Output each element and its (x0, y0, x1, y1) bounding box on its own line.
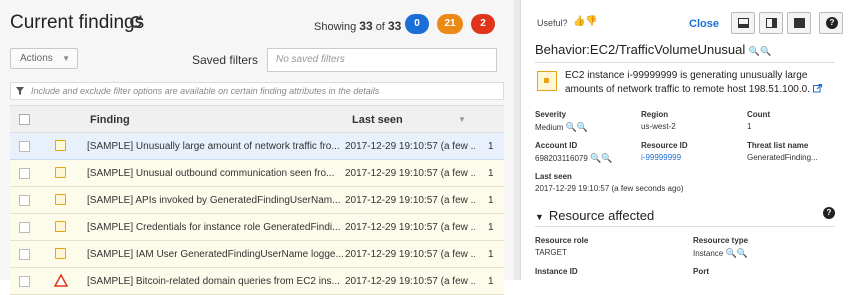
thumbs-down-icon[interactable]: 👎 (585, 16, 597, 27)
filter-icon (16, 87, 24, 95)
table-row[interactable]: [SAMPLE] Bitcoin-related domain queries … (10, 268, 504, 295)
finding-type-title: Behavior:EC2/TrafficVolumeUnusual 🔍🔍 (535, 42, 772, 57)
row-checkbox[interactable] (19, 222, 30, 233)
low-severity-badge[interactable]: 0 (405, 14, 429, 34)
finding-name[interactable]: [SAMPLE] Unusually large amount of netwo… (87, 141, 343, 152)
row-checkbox[interactable] (19, 276, 30, 287)
medium-severity-icon (55, 248, 66, 259)
medium-severity-icon (55, 140, 66, 151)
filter-exclude-icon[interactable]: 🔍 (577, 122, 588, 132)
resource-id-field: Resource ID i-99999999 (641, 141, 688, 162)
filter-input[interactable]: Include and exclude filter options are a… (10, 82, 504, 100)
filter-exclude-icon[interactable]: 🔍 (760, 46, 771, 56)
count-cell: 1 (488, 276, 494, 287)
last-seen-cell: 2017-12-29 19:10:57 (a few ... (345, 195, 475, 206)
external-link-icon[interactable] (812, 84, 822, 93)
finding-name[interactable]: [SAMPLE] APIs invoked by GeneratedFindin… (87, 195, 343, 206)
saved-filters-select[interactable]: No saved filters (267, 48, 497, 72)
findings-count: Showing 33 of 33 (314, 19, 402, 33)
row-checkbox[interactable] (19, 141, 30, 152)
count-cell: 1 (488, 195, 494, 206)
last-seen-cell: 2017-12-29 19:10:57 (a few ... (345, 249, 475, 260)
filter-exclude-icon[interactable]: 🔍 (601, 153, 612, 163)
findings-table: Finding Last seen ▼ [SAMPLE] Unusually l… (10, 105, 504, 295)
column-finding[interactable]: Finding (90, 114, 130, 126)
last-seen-cell: 2017-12-29 19:10:57 (a few ... (345, 222, 475, 233)
help-icon: ? (826, 17, 838, 29)
saved-filters-label: Saved filters (192, 53, 259, 67)
medium-severity-icon (55, 167, 66, 178)
dock-right-icon (766, 18, 777, 28)
medium-severity-icon (55, 221, 66, 232)
refresh-icon[interactable] (128, 14, 144, 30)
high-severity-icon (54, 274, 68, 287)
medium-severity-badge[interactable]: 21 (437, 14, 463, 34)
finding-name[interactable]: [SAMPLE] Unusual outbound communication … (87, 168, 343, 179)
filter-exclude-icon[interactable]: 🔍 (737, 248, 748, 258)
table-row[interactable]: [SAMPLE] Unusual outbound communication … (10, 160, 504, 187)
fullscreen-button[interactable] (787, 12, 811, 34)
finding-name[interactable]: [SAMPLE] Credentials for instance role G… (87, 222, 343, 233)
last-seen-cell: 2017-12-29 19:10:57 (a few ... (345, 276, 475, 287)
port-field: Port (693, 267, 709, 276)
thumbs-up-icon[interactable]: 👍 (573, 16, 585, 27)
filter-include-icon[interactable]: 🔍 (590, 153, 601, 163)
last-seen-cell: 2017-12-29 19:10:57 (a few ... (345, 141, 475, 152)
dock-bottom-button[interactable] (731, 12, 755, 34)
count-cell: 1 (488, 168, 494, 179)
row-checkbox[interactable] (19, 249, 30, 260)
finding-name[interactable]: [SAMPLE] Bitcoin-related domain queries … (87, 276, 343, 287)
finding-summary: EC2 instance i-99999999 is generating un… (565, 69, 835, 97)
count-field: Count 1 (747, 110, 771, 131)
finding-detail-panel: Useful? 👍 👎 Close ? Behavior:EC2/Traffic… (520, 0, 850, 280)
medium-severity-icon (55, 194, 66, 205)
resource-id-link[interactable]: i-99999999 (641, 153, 688, 162)
actions-button[interactable]: Actions ▼ (10, 48, 78, 69)
instance-id-field: Instance ID (535, 267, 578, 276)
findings-panel: Current findings Showing 33 of 33 0 21 2… (0, 0, 514, 295)
filter-include-icon[interactable]: 🔍 (725, 248, 736, 258)
table-row[interactable]: [SAMPLE] IAM User GeneratedFindingUserNa… (10, 241, 504, 268)
resource-role-field: Resource role TARGET (535, 236, 589, 257)
account-id-field: Account ID 698203116079 🔍🔍 (535, 141, 613, 163)
divider (535, 62, 835, 63)
severity-field: Severity Medium 🔍🔍 (535, 110, 589, 132)
column-last-seen[interactable]: Last seen (352, 114, 403, 126)
useful-label: Useful? (537, 18, 568, 28)
filter-include-icon[interactable]: 🔍 (566, 122, 577, 132)
divider (535, 226, 835, 227)
region-field: Region us-west-2 (641, 110, 676, 131)
dock-right-button[interactable] (759, 12, 783, 34)
dock-bottom-icon (738, 18, 749, 28)
filter-include-icon[interactable]: 🔍 (749, 46, 760, 56)
count-cell: 1 (488, 222, 494, 233)
select-all-checkbox[interactable] (19, 114, 30, 125)
table-row[interactable]: [SAMPLE] APIs invoked by GeneratedFindin… (10, 187, 504, 214)
page-title: Current findings (10, 12, 145, 33)
table-header: Finding Last seen ▼ (10, 105, 504, 133)
medium-severity-icon (537, 71, 557, 91)
sort-down-icon[interactable]: ▼ (458, 115, 466, 124)
threat-list-field: Threat list name GeneratedFinding... (747, 141, 818, 162)
row-checkbox[interactable] (19, 195, 30, 206)
table-row[interactable]: [SAMPLE] Credentials for instance role G… (10, 214, 504, 241)
caret-down-icon: ▼ (535, 212, 544, 222)
finding-name[interactable]: [SAMPLE] IAM User GeneratedFindingUserNa… (87, 249, 343, 260)
help-icon[interactable]: ? (823, 207, 835, 219)
fullscreen-icon (794, 18, 805, 28)
chevron-down-icon: ▼ (62, 54, 70, 63)
count-cell: 1 (488, 141, 494, 152)
close-button[interactable]: Close (689, 18, 719, 30)
last-seen-field: Last seen 2017-12-29 19:10:57 (a few sec… (535, 172, 684, 193)
high-severity-badge[interactable]: 2 (471, 14, 495, 34)
table-row[interactable]: [SAMPLE] Unusually large amount of netwo… (10, 133, 504, 160)
help-button[interactable]: ? (819, 12, 843, 34)
count-cell: 1 (488, 249, 494, 260)
last-seen-cell: 2017-12-29 19:10:57 (a few ... (345, 168, 475, 179)
row-checkbox[interactable] (19, 168, 30, 179)
resource-type-field: Resource type Instance 🔍🔍 (693, 236, 749, 258)
resource-affected-toggle[interactable]: ▼ Resource affected (535, 208, 654, 223)
